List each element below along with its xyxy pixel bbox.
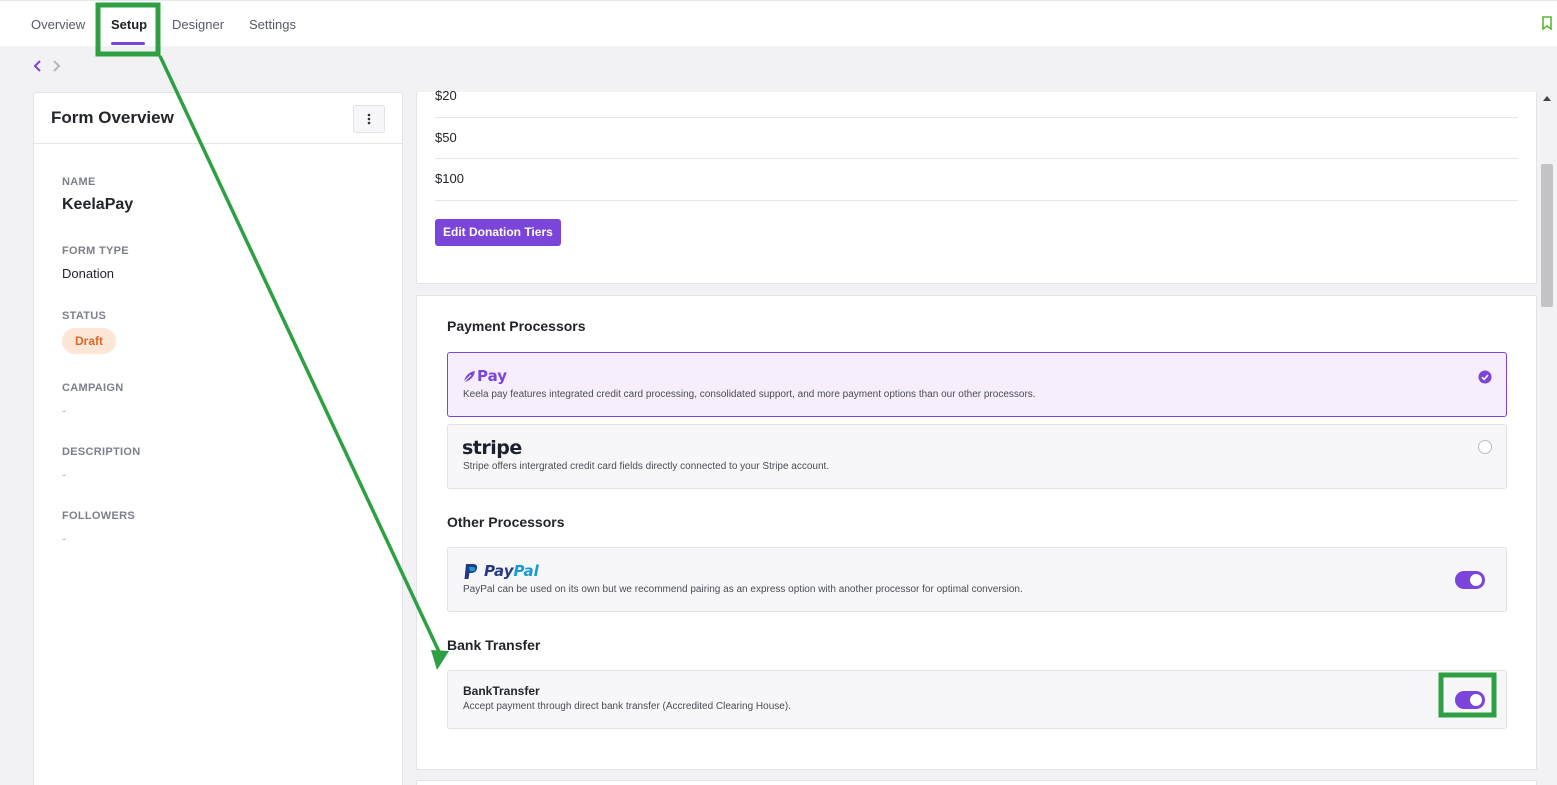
donation-tiers-card: $20 $50 $100 Edit Donation Tiers	[416, 88, 1537, 284]
keelapay-description: Keela pay features integrated credit car…	[463, 389, 1036, 400]
more-options-button[interactable]	[353, 105, 385, 133]
paypal-logo: PayPal	[463, 562, 539, 580]
status-badge: Draft	[62, 328, 117, 354]
paypal-icon	[464, 563, 478, 579]
field-description-value: -	[62, 467, 67, 482]
divider	[435, 158, 1518, 159]
stripe-logo: stripe	[462, 437, 522, 459]
tab-settings[interactable]: Settings	[249, 17, 296, 32]
radio-unselected-icon[interactable]	[1478, 440, 1492, 454]
bank-transfer-option: BankTransfer Accept payment through dire…	[447, 670, 1507, 729]
next-card	[416, 780, 1537, 785]
field-description-label: DESCRIPTION	[62, 446, 141, 458]
paypal-description: PayPal can be used on its own but we rec…	[463, 584, 1023, 595]
bank-transfer-title: Bank Transfer	[447, 637, 541, 653]
form-overview-title: Form Overview	[51, 108, 174, 127]
bank-transfer-description: Accept payment through direct bank trans…	[463, 701, 791, 712]
tier-item: $50	[435, 130, 457, 145]
field-campaign: CAMPAIGN -	[62, 382, 123, 418]
bank-transfer-toggle[interactable]	[1455, 691, 1485, 709]
tab-overview[interactable]: Overview	[31, 17, 85, 32]
selected-check-icon	[1478, 370, 1492, 384]
tab-designer[interactable]: Designer	[172, 17, 224, 32]
tier-item: $20	[435, 88, 457, 103]
field-form-type-value: Donation	[62, 266, 115, 281]
tab-setup[interactable]: Setup	[111, 17, 147, 32]
field-form-type: FORM TYPE Donation	[62, 245, 129, 281]
scrollbar[interactable]	[1540, 92, 1554, 785]
form-overview-panel: Form Overview NAME KeelaPay FORM TYPE Do…	[33, 92, 403, 785]
paypal-toggle[interactable]	[1455, 571, 1485, 589]
keelapay-logo: Pay	[463, 367, 507, 385]
field-followers-label: FOLLOWERS	[62, 510, 135, 522]
paypal-logo-text: PayPal	[484, 562, 539, 580]
field-form-type-label: FORM TYPE	[62, 245, 129, 257]
tier-item: $100	[435, 171, 464, 186]
kebab-menu-icon	[367, 113, 371, 125]
field-status-label: STATUS	[62, 310, 107, 322]
other-processors-title: Other Processors	[447, 514, 565, 530]
paypal-option: PayPal PayPal can be used on its own but…	[447, 547, 1507, 612]
stripe-option[interactable]: stripe Stripe offers intergrated credit …	[447, 424, 1507, 489]
scroll-up-arrow-icon[interactable]	[1543, 96, 1551, 101]
field-description: DESCRIPTION -	[62, 446, 140, 482]
field-followers: FOLLOWERS -	[62, 510, 135, 546]
field-followers-value: -	[62, 531, 67, 546]
field-name-value: KeelaPay	[62, 196, 134, 213]
divider	[435, 200, 1518, 201]
active-tab-indicator	[111, 42, 145, 45]
bookmark-icon[interactable]	[1542, 16, 1552, 30]
keela-leaf-icon	[463, 370, 475, 382]
chevron-right-icon[interactable]	[51, 59, 61, 73]
chevron-left-icon[interactable]	[33, 59, 43, 73]
stripe-description: Stripe offers intergrated credit card fi…	[463, 461, 830, 472]
top-tab-bar: Overview Setup Designer Settings	[0, 0, 1557, 46]
keelapay-logo-text: Pay	[477, 367, 508, 385]
field-campaign-label: CAMPAIGN	[62, 382, 124, 394]
edit-donation-tiers-button[interactable]: Edit Donation Tiers	[435, 219, 561, 246]
field-campaign-value: -	[62, 403, 67, 418]
field-name: NAME KeelaPay	[62, 176, 133, 214]
history-nav	[33, 59, 61, 73]
paypal-logo-text-pay: Pay	[484, 562, 514, 580]
paypal-logo-text-pal: Pal	[513, 562, 539, 580]
field-name-label: NAME	[62, 176, 96, 188]
payment-processors-title: Payment Processors	[447, 318, 586, 334]
form-overview-header: Form Overview	[34, 93, 402, 144]
keelapay-option[interactable]: Pay Keela pay features integrated credit…	[447, 352, 1507, 417]
field-status: STATUS Draft	[62, 310, 117, 354]
divider	[435, 117, 1518, 118]
bank-transfer-name: BankTransfer	[463, 684, 540, 698]
processors-card: Payment Processors Pay Keela pay feature…	[416, 295, 1537, 770]
scrollbar-thumb[interactable]	[1541, 164, 1553, 307]
